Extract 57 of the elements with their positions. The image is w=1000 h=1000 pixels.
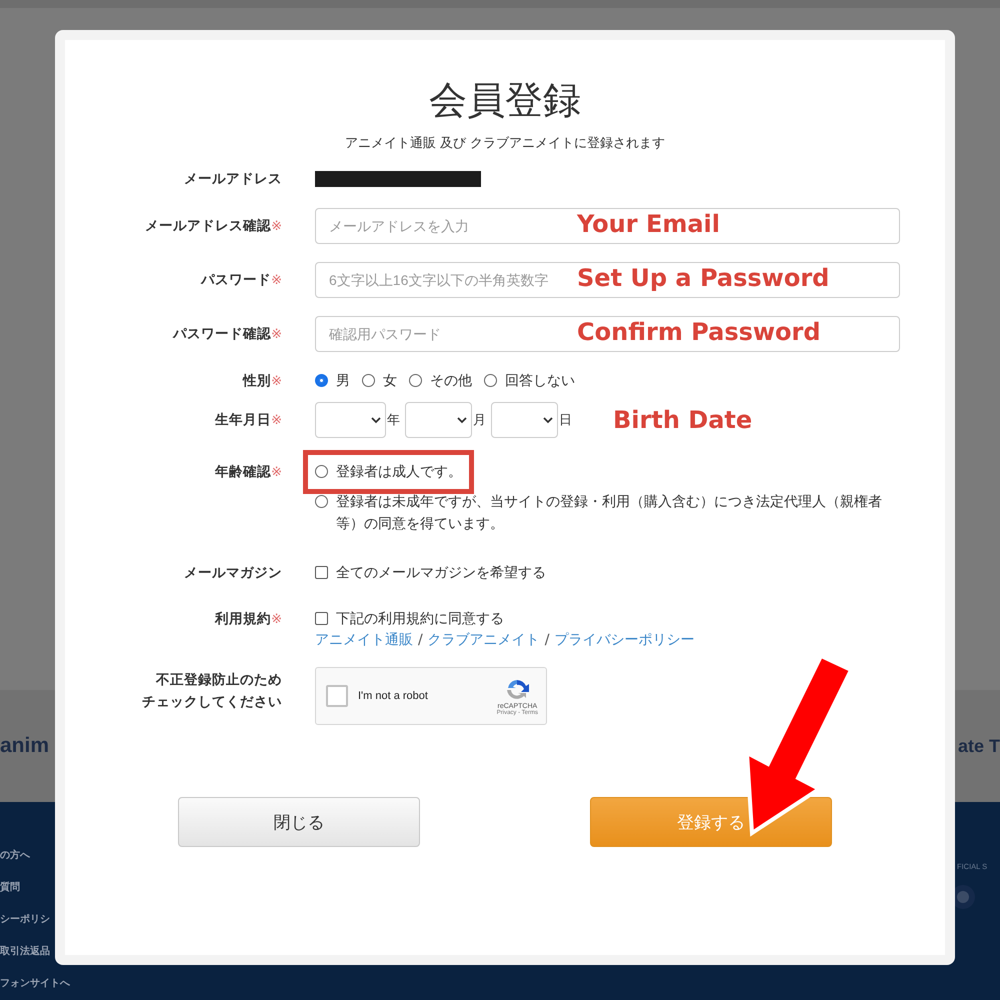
separator-text: / xyxy=(418,632,423,648)
field-label: 生年月日 xyxy=(215,411,272,430)
date-unit: 年 xyxy=(387,412,400,429)
radio-button[interactable] xyxy=(362,374,375,387)
radio-button[interactable] xyxy=(315,465,328,478)
checkbox-label: 全てのメールマガジンを希望する xyxy=(336,564,546,583)
required-mark: ※ xyxy=(271,612,282,627)
annotation-text: Birth Date xyxy=(613,406,752,434)
required-mark: ※ xyxy=(271,273,282,288)
chevron-down-icon xyxy=(457,416,467,424)
annotation-text: Your Email xyxy=(577,210,720,238)
radio-button[interactable] xyxy=(409,374,422,387)
field-label: 不正登録防止のため xyxy=(156,671,282,690)
logo-text: anim xyxy=(0,734,50,758)
field-label: チェックしてください xyxy=(142,693,282,712)
radio-label: 男 xyxy=(336,372,350,391)
checkbox[interactable] xyxy=(315,566,328,579)
radio-label: 登録者は成人です。 xyxy=(336,463,462,482)
checkbox-label: 下記の利用規約に同意する xyxy=(336,610,504,629)
radio-label: 女 xyxy=(383,372,397,391)
field-label: 利用規約 xyxy=(215,610,272,629)
dialog-subtitle: アニメイト通販 及び クラブアニメイトに登録されます xyxy=(344,135,666,152)
field-label: パスワード xyxy=(201,271,272,290)
radio-label: 回答しない xyxy=(505,372,575,391)
field-label: メールアドレス確認 xyxy=(145,217,272,236)
chevron-down-icon xyxy=(543,416,553,424)
radio-button[interactable] xyxy=(315,374,328,387)
field-label: パスワード確認 xyxy=(173,325,272,344)
footer-link[interactable]: フォンサイトへ xyxy=(0,974,70,993)
captcha-checkbox[interactable] xyxy=(326,685,348,707)
radio-label: その他 xyxy=(430,372,472,391)
required-mark: ※ xyxy=(271,219,282,234)
annotation-text: Confirm Password xyxy=(577,318,821,346)
required-mark: ※ xyxy=(271,374,282,389)
close-button[interactable]: 閉じる xyxy=(178,797,420,847)
required-mark: ※ xyxy=(271,413,282,428)
checkbox[interactable] xyxy=(315,612,328,625)
terms-link[interactable]: アニメイト通販 xyxy=(315,631,413,649)
terms-link[interactable]: クラブアニメイト xyxy=(428,631,540,649)
radio-label: 登録者は未成年ですが、当サイトの登録・利用（購入含む）につき法定代理人（親権者等）の同意を得ています。 xyxy=(336,493,883,534)
logo-text: ate T xyxy=(958,736,1000,756)
annotation-text: Set Up a Password xyxy=(577,264,830,292)
field-label: 年齢確認 xyxy=(215,463,272,482)
dialog-title: 会員登録 xyxy=(428,77,582,124)
date-unit: 日 xyxy=(559,412,572,429)
field-label: メールアドレス xyxy=(184,170,282,189)
field-label: 性別 xyxy=(243,372,272,391)
required-mark: ※ xyxy=(271,465,282,480)
captcha-label: I'm not a robot xyxy=(358,690,429,702)
separator-text: / xyxy=(544,632,550,648)
chevron-down-icon xyxy=(371,416,381,424)
field-label: メールマガジン xyxy=(184,564,282,583)
terms-link[interactable]: プライバシーポリシー xyxy=(554,631,694,649)
radio-button[interactable] xyxy=(315,495,328,508)
required-mark: ※ xyxy=(271,327,282,342)
radio-button[interactable] xyxy=(484,374,497,387)
date-unit: 月 xyxy=(473,412,486,429)
